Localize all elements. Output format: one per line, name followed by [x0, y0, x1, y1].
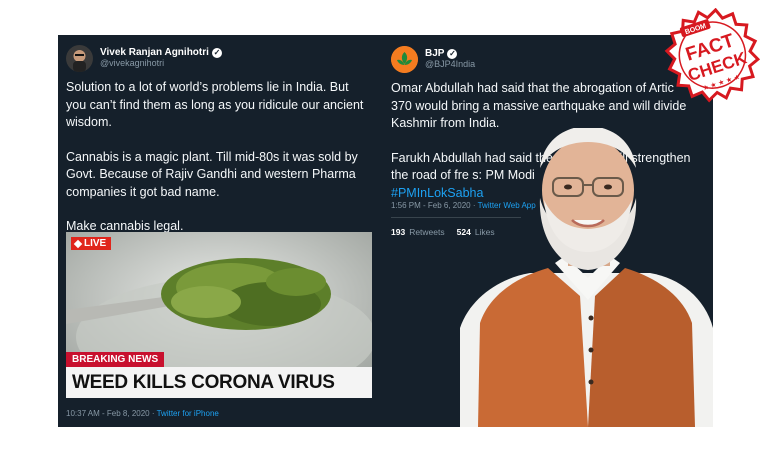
- verified-badge-icon: ✓: [211, 47, 222, 58]
- tweet-paragraph: Omar Abdullah had said that the abrogati…: [391, 81, 687, 130]
- live-dot-icon: [73, 239, 83, 248]
- news-headline: WEED KILLS CORONA VIRUS: [66, 367, 372, 398]
- tweet-media-image[interactable]: LIVE BREAKING NEWS WEED KILLS CORONA VIR…: [66, 232, 372, 398]
- tweet-timestamp: 10:37 AM - Feb 8, 2020 · Twitter for iPh…: [66, 409, 219, 418]
- pm-modi-photo: [460, 128, 713, 427]
- display-name[interactable]: Vivek Ranjan Agnihotri ✓: [100, 47, 222, 58]
- tweet-paragraph: Cannabis is a magic plant. Till mid-80s …: [66, 149, 358, 199]
- bjp-logo-avatar[interactable]: [391, 45, 418, 73]
- stamp-badge-icon: BOOM FACT CHECK ★ ★ ★ ★ ★: [664, 7, 761, 103]
- tweet-paragraph: Solution to a lot of world’s problems li…: [66, 80, 364, 129]
- user-handle[interactable]: @BJP4India: [425, 59, 475, 70]
- tweet-text: Solution to a lot of world’s problems li…: [66, 79, 371, 236]
- cannabis-bud: [161, 258, 331, 330]
- tweet-client-link[interactable]: Twitter for iPhone: [157, 409, 219, 418]
- verified-badge-icon: ✓: [447, 48, 458, 59]
- breaking-news-banner: BREAKING NEWS: [66, 352, 165, 367]
- tweet-card-vivek[interactable]: Vivek Ranjan Agnihotri ✓ @vivekagnihotri …: [58, 35, 383, 427]
- tweet-header: Vivek Ranjan Agnihotri ✓ @vivekagnihotri: [66, 43, 371, 73]
- retweets-count[interactable]: 193 Retweets: [391, 227, 445, 237]
- tweet-header: BJP ✓ @BJP4India: [391, 44, 705, 74]
- avatar[interactable]: [66, 44, 93, 72]
- user-handle[interactable]: @vivekagnihotri: [100, 58, 222, 69]
- display-name[interactable]: BJP ✓: [425, 48, 475, 59]
- live-badge: LIVE: [71, 237, 112, 250]
- fact-check-stamp: BOOM FACT CHECK ★ ★ ★ ★ ★: [664, 7, 762, 106]
